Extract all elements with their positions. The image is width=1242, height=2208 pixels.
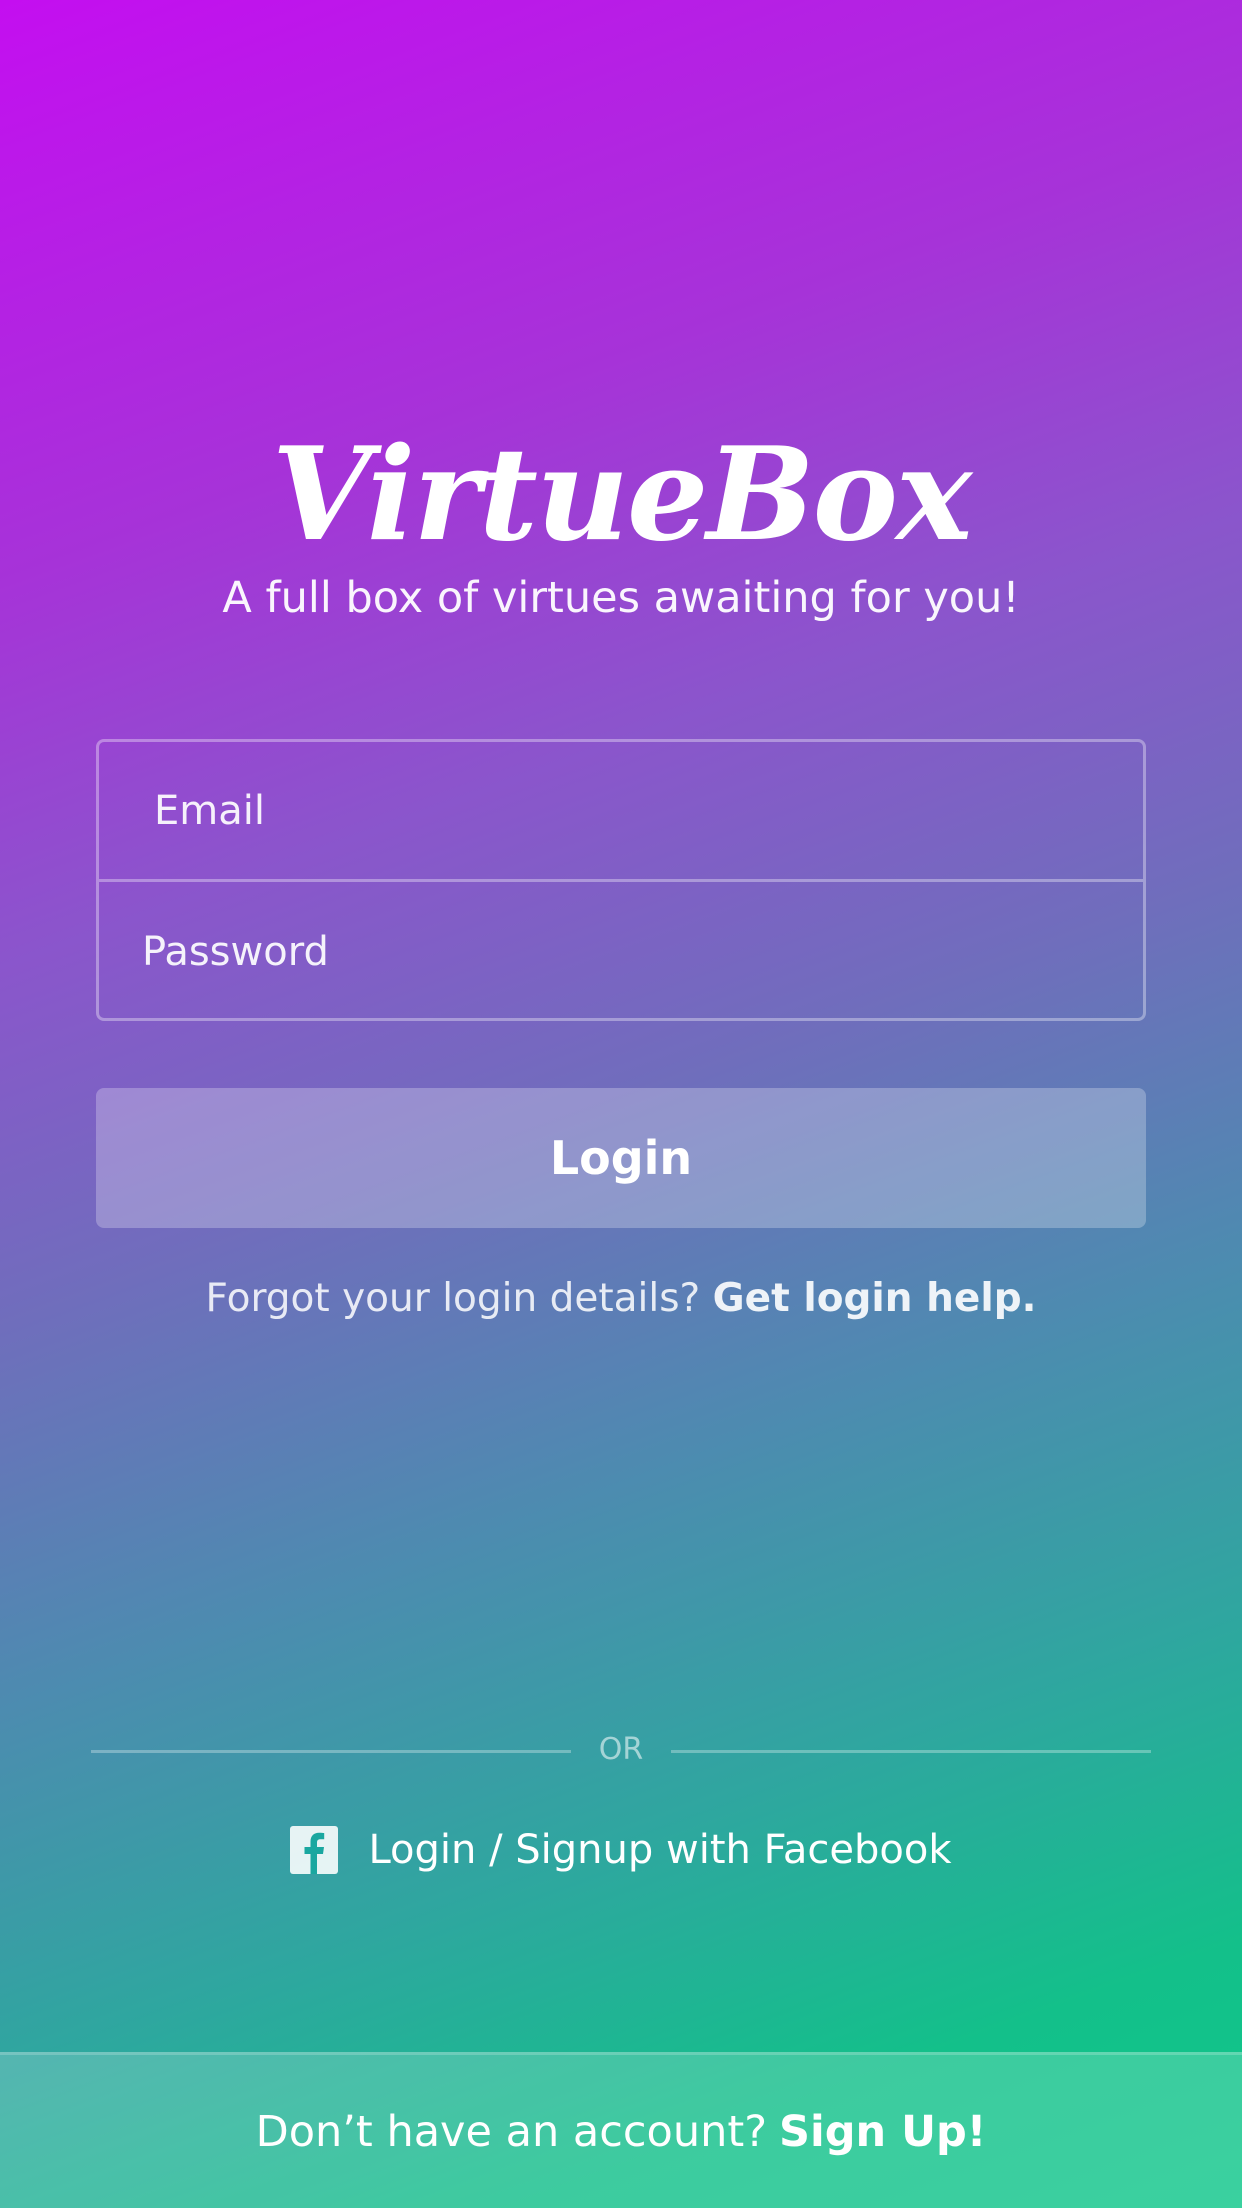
login-form: Email Password	[96, 739, 1146, 1021]
get-login-help-link[interactable]: Get login help.	[713, 1276, 1037, 1321]
login-button-label: Login	[549, 1131, 693, 1185]
signup-prompt: Don’t have an account?	[255, 2106, 768, 2157]
facebook-icon	[290, 1826, 339, 1874]
email-placeholder: Email	[154, 787, 265, 834]
divider-line-left	[91, 1750, 571, 1753]
email-field[interactable]: Email	[99, 742, 1143, 882]
or-divider: OR	[91, 1730, 1151, 1770]
app-logo: VirtueBox	[271, 420, 973, 570]
facebook-login-button[interactable]: Login / Signup with Facebook	[0, 1820, 1242, 1880]
sign-up-link[interactable]: Sign Up!	[779, 2107, 986, 2157]
login-button[interactable]: Login	[96, 1088, 1146, 1228]
signup-footer: Don’t have an account? Sign Up!	[0, 2052, 1242, 2208]
or-label: OR	[598, 1732, 644, 1767]
forgot-login-prompt: Forgot your login details?	[205, 1276, 701, 1321]
forgot-login-row: Forgot your login details? Get login hel…	[0, 1270, 1242, 1328]
password-placeholder: Password	[142, 929, 329, 975]
divider-line-right	[671, 1750, 1151, 1753]
password-field[interactable]: Password	[99, 882, 1143, 1022]
tagline: A full box of virtues awaiting for you!	[222, 573, 1020, 623]
facebook-login-label: Login / Signup with Facebook	[368, 1827, 952, 1873]
